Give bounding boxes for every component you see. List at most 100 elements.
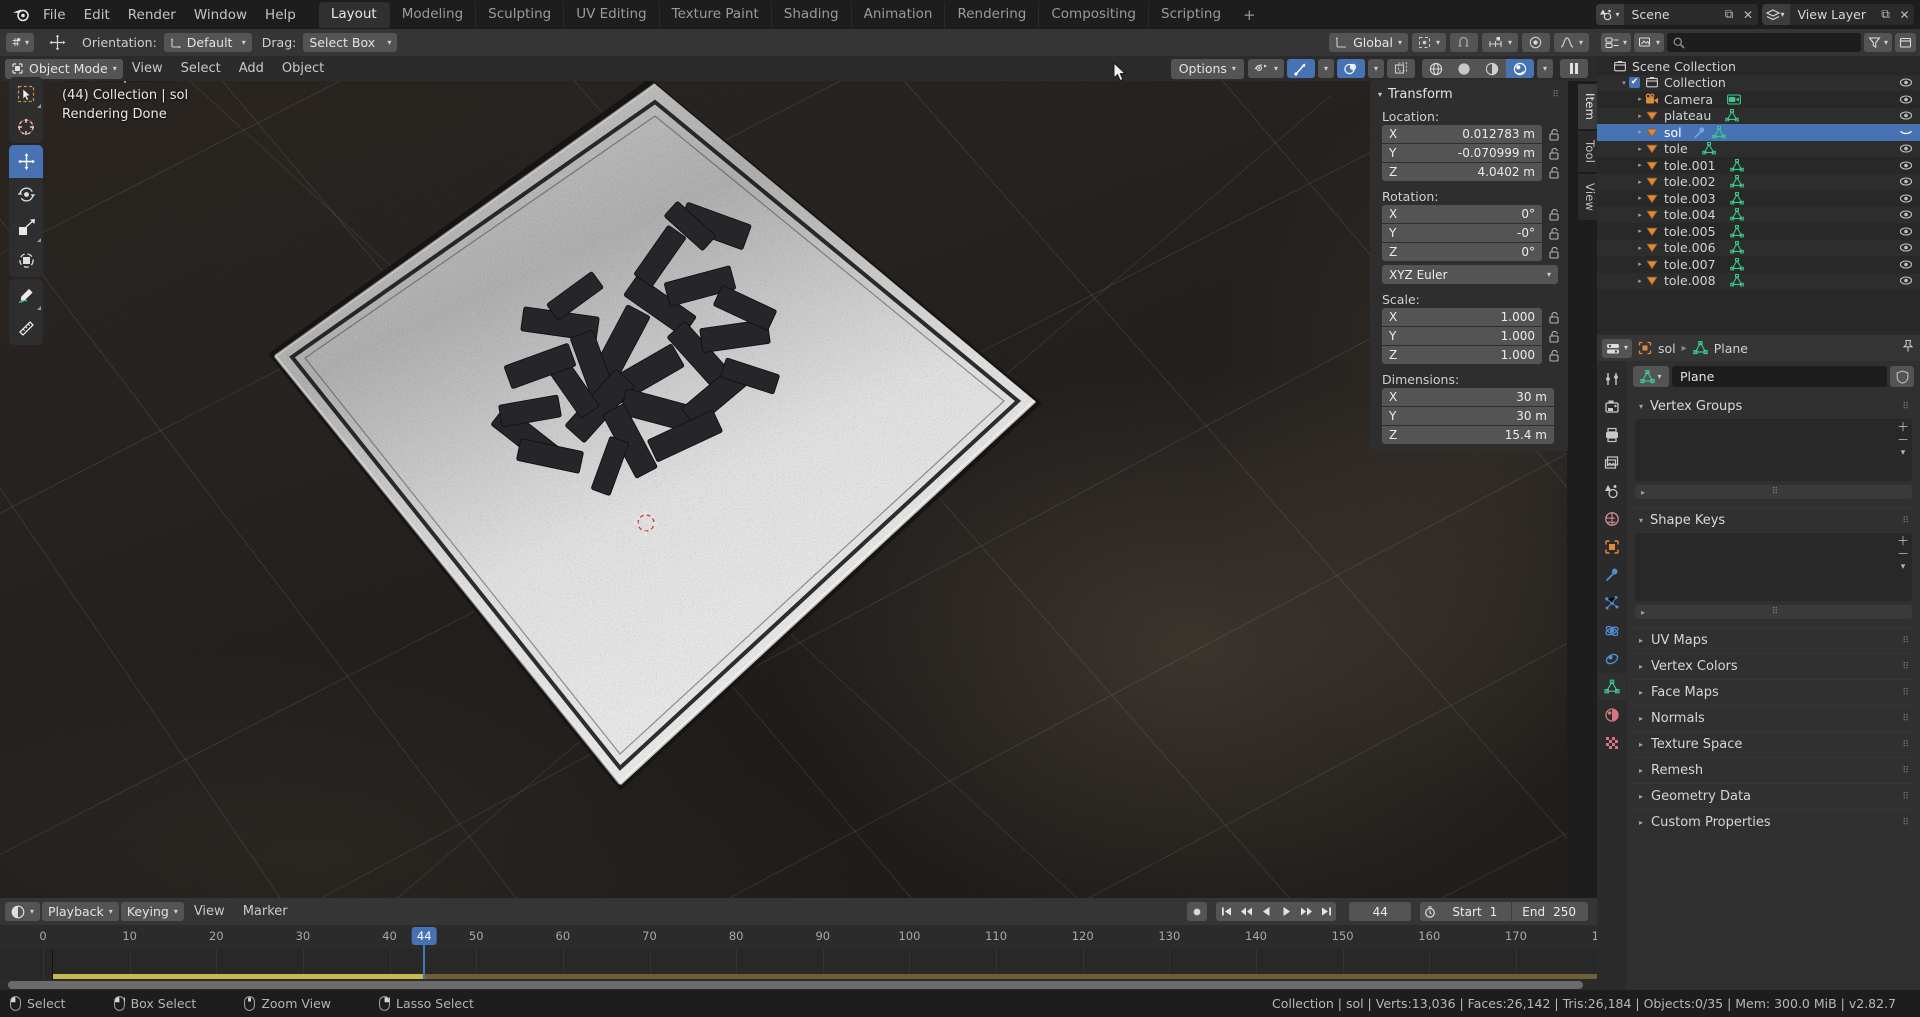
- new-scene-button[interactable]: ⧉: [1720, 4, 1739, 25]
- playback-dropdown[interactable]: Playback ▾: [42, 902, 119, 921]
- auto-keying-icon[interactable]: [1187, 902, 1208, 921]
- outliner-row-tole-004[interactable]: ▸ tole.004: [1597, 206, 1920, 223]
- vertex-group-specials-icon[interactable]: ▾: [1901, 448, 1906, 458]
- outliner-expand-icon[interactable]: ▸: [1635, 194, 1645, 202]
- 3d-viewport[interactable]: User Perspective (44) Collection | sol R…: [0, 56, 1567, 898]
- show-gizmo-icon[interactable]: [1286, 59, 1315, 78]
- shape-keys-footer[interactable]: ▸ ⠿: [1635, 605, 1912, 619]
- pause-render-icon[interactable]: [1560, 59, 1588, 78]
- outliner-row-camera[interactable]: ▸ Camera: [1597, 91, 1920, 108]
- scale-y-lock-icon[interactable]: [1546, 330, 1562, 343]
- menu-edit[interactable]: Edit: [75, 4, 119, 26]
- outliner-expand-icon[interactable]: ▸: [1635, 178, 1645, 186]
- properties-tab-physics[interactable]: [1598, 617, 1626, 644]
- timeline-scrollbar-area[interactable]: [0, 979, 1597, 990]
- outliner-row-tole-002[interactable]: ▸ tole.002: [1597, 173, 1920, 190]
- transform-panel-header[interactable]: ▾ Transform ⠿: [1370, 81, 1568, 107]
- outliner-row-plateau[interactable]: ▸ plateau: [1597, 107, 1920, 124]
- interaction-mode-dropdown[interactable]: Object Mode ▾: [5, 58, 123, 79]
- outliner-row-tole-007[interactable]: ▸ tole.007: [1597, 256, 1920, 273]
- outliner-editor-type-dropdown[interactable]: ▾: [1601, 33, 1632, 52]
- panel-header-face-maps[interactable]: ▸ Face Maps ⠿: [1633, 679, 1914, 705]
- datablock-browse-button[interactable]: ▾: [1633, 366, 1669, 387]
- rotation-x-lock-icon[interactable]: [1546, 208, 1562, 221]
- viewport-menu-object[interactable]: Object: [273, 59, 333, 78]
- active-tool-icon[interactable]: ▾: [6, 33, 34, 52]
- use-preview-range-icon[interactable]: [1420, 902, 1441, 921]
- outliner-visibility-toggle[interactable]: [1898, 208, 1914, 221]
- location-x-lock-icon[interactable]: [1546, 128, 1562, 141]
- outliner-row-collection[interactable]: ▾ ✔ Collection: [1597, 74, 1920, 91]
- location-y-field[interactable]: Y -0.070999 m: [1382, 144, 1542, 162]
- outliner-visibility-toggle[interactable]: [1898, 109, 1914, 122]
- timeline-ruler[interactable]: 0 10 20 30 40 50 60 70 80 90 100 110 120 130 140 150 160…: [0, 925, 1597, 949]
- menu-window[interactable]: Window: [185, 4, 256, 26]
- timeline-playhead[interactable]: [423, 949, 426, 979]
- add-workspace-button[interactable]: +: [1233, 2, 1266, 28]
- outliner-filter-dropdown[interactable]: ▾: [1863, 33, 1892, 52]
- scale-x-field[interactable]: X 1.000: [1382, 308, 1542, 326]
- shading-solid-icon[interactable]: [1449, 59, 1478, 78]
- tab-layout[interactable]: Layout: [318, 1, 389, 28]
- outliner-new-collection-button[interactable]: [1895, 33, 1916, 52]
- outliner-row-tole-008[interactable]: ▸ tole.008: [1597, 272, 1920, 289]
- new-view-layer-button[interactable]: ⧉: [1876, 4, 1895, 25]
- timeline-menu-view[interactable]: View: [186, 902, 233, 921]
- vertex-groups-footer-expand-icon[interactable]: ▸: [1641, 488, 1645, 497]
- tab-sculpting[interactable]: Sculpting: [475, 1, 563, 28]
- outliner-expand-icon[interactable]: ▸: [1635, 128, 1645, 136]
- outliner-expand-icon[interactable]: ▸: [1635, 244, 1645, 252]
- tab-compositing[interactable]: Compositing: [1038, 1, 1148, 28]
- breadcrumb-object-name[interactable]: sol: [1658, 341, 1676, 356]
- rotation-y-lock-icon[interactable]: [1546, 227, 1562, 240]
- outliner-display-mode-dropdown[interactable]: ▾: [1634, 33, 1665, 52]
- outliner-expand-icon[interactable]: ▸: [1635, 95, 1645, 103]
- panel-header-shape-keys[interactable]: ▾ Shape Keys ⠿: [1633, 507, 1914, 533]
- scene-selector[interactable]: ▾ Scene ⧉ ✕: [1595, 4, 1758, 25]
- menu-render[interactable]: Render: [119, 4, 185, 26]
- transform-collapse-icon[interactable]: ▾: [1378, 90, 1382, 99]
- properties-tab-render[interactable]: [1598, 393, 1626, 420]
- xray-toggle-icon[interactable]: [1386, 59, 1415, 78]
- datablock-name-input[interactable]: Plane: [1672, 366, 1887, 387]
- tool-tweak-select-box[interactable]: [9, 77, 43, 110]
- delete-view-layer-button[interactable]: ✕: [1895, 4, 1914, 25]
- rotation-y-field[interactable]: Y -0°: [1382, 224, 1542, 242]
- remove-vertex-group-button[interactable]: －: [1897, 434, 1909, 446]
- properties-tab-texture[interactable]: [1598, 729, 1626, 756]
- outliner-expand-icon[interactable]: ▸: [1635, 161, 1645, 169]
- proportional-edit-icon[interactable]: [1521, 33, 1550, 52]
- outliner-visibility-toggle[interactable]: [1898, 126, 1914, 139]
- properties-tab-world[interactable]: [1598, 505, 1626, 532]
- timeline-scrollbar[interactable]: [8, 981, 1583, 989]
- timeline-track-area[interactable]: [0, 949, 1597, 979]
- properties-tab-modifiers[interactable]: [1598, 561, 1626, 588]
- viewport-options-dropdown[interactable]: Options ▾: [1170, 58, 1244, 79]
- next-keyframe-button[interactable]: [1296, 902, 1317, 921]
- move-gizmo-icon[interactable]: [42, 34, 72, 51]
- viewport-menu-add[interactable]: Add: [230, 59, 273, 78]
- tool-move[interactable]: [9, 145, 43, 178]
- viewport-menu-view[interactable]: View: [123, 59, 172, 78]
- outliner-visibility-toggle[interactable]: [1898, 175, 1914, 188]
- vertex-groups-list[interactable]: ＋ － ▾: [1635, 419, 1912, 481]
- panel-header-texture-space[interactable]: ▸ Texture Space ⠿: [1633, 731, 1914, 757]
- menu-file[interactable]: File: [34, 4, 75, 26]
- panel-header-uv-maps[interactable]: ▸ UV Maps ⠿: [1633, 627, 1914, 653]
- outliner-row-sol[interactable]: ▸ sol: [1597, 124, 1920, 141]
- location-y-lock-icon[interactable]: [1546, 147, 1562, 160]
- snap-magnet-icon[interactable]: [1449, 33, 1478, 52]
- previous-keyframe-button[interactable]: [1236, 902, 1257, 921]
- tab-texture-paint[interactable]: Texture Paint: [658, 1, 771, 28]
- panel-header-custom-properties[interactable]: ▸ Custom Properties ⠿: [1633, 809, 1914, 835]
- gizmo-settings-dropdown[interactable]: ▾: [1317, 59, 1334, 78]
- tool-measure[interactable]: [9, 312, 43, 345]
- delete-scene-button[interactable]: ✕: [1739, 4, 1758, 25]
- properties-tab-view-layer[interactable]: [1598, 449, 1626, 476]
- panel-header-normals[interactable]: ▸ Normals ⠿: [1633, 705, 1914, 731]
- jump-to-start-button[interactable]: [1216, 902, 1237, 921]
- outliner-expand-icon[interactable]: ▸: [1635, 260, 1645, 268]
- fake-user-toggle-icon[interactable]: [1890, 366, 1914, 387]
- play-button[interactable]: [1276, 902, 1297, 921]
- tool-cursor[interactable]: [9, 110, 43, 143]
